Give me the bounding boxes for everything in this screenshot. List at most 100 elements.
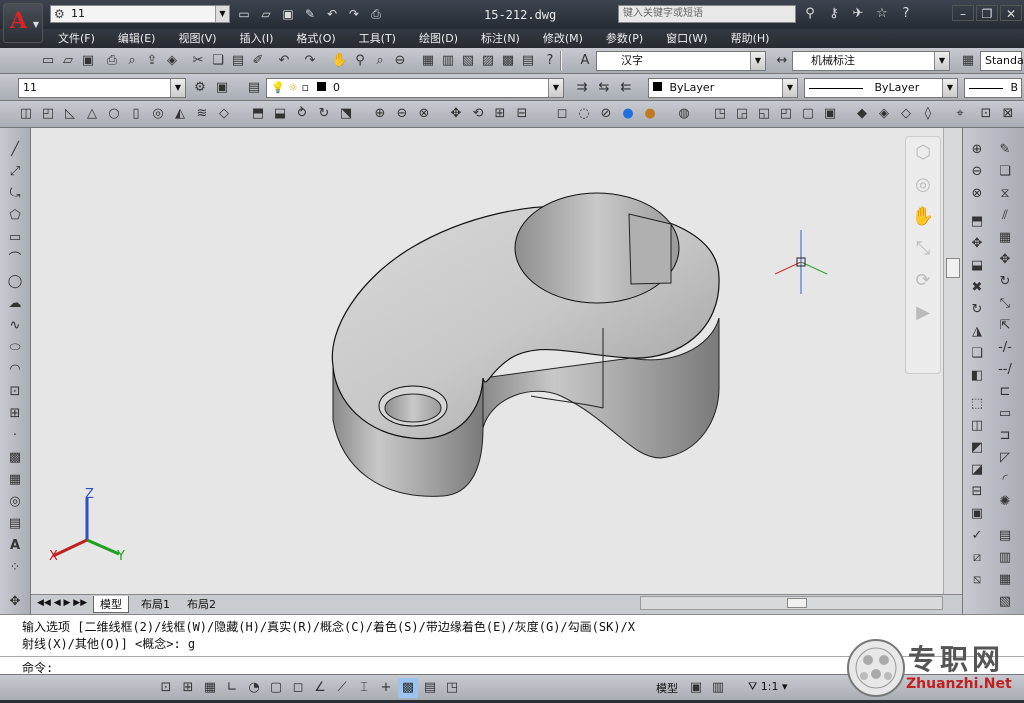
line-icon[interactable]: ╱ <box>5 140 25 160</box>
showmotion-icon[interactable]: ▶ <box>906 297 940 329</box>
walk-icon[interactable]: ⊡ <box>976 104 996 124</box>
offset-faces-icon[interactable]: ⬓ <box>967 256 987 276</box>
ucs-icon[interactable]: ✥ <box>5 592 25 612</box>
linetype-combo[interactable]: ByLayer ▼ <box>804 78 958 98</box>
break-point-icon[interactable]: ⊏ <box>995 382 1015 402</box>
print-icon[interactable]: ⎙ <box>102 51 122 71</box>
helix-icon[interactable]: ≋ <box>192 104 212 124</box>
color-edges-icon[interactable]: ◫ <box>967 416 987 436</box>
pan-icon[interactable]: ✋ <box>906 201 940 233</box>
spline-icon[interactable]: ∿ <box>5 316 25 336</box>
revcloud-icon[interactable]: ☁ <box>5 294 25 314</box>
layer-prop-icon[interactable]: ▣ <box>212 78 232 98</box>
wedge-icon[interactable]: ◺ <box>60 104 80 124</box>
extrude-icon[interactable]: ⬒ <box>248 104 268 124</box>
satellite-icon[interactable]: ✈ <box>848 5 868 23</box>
selection-cycling-icon[interactable]: ◳ <box>442 678 462 698</box>
separate-icon[interactable]: ⊟ <box>967 482 987 502</box>
layer-manager-icon[interactable]: ▤ <box>244 78 264 98</box>
rectangle-icon[interactable]: ▭ <box>5 228 25 248</box>
new-icon[interactable]: ▭ <box>38 51 58 71</box>
redo-icon[interactable]: ↷ <box>300 51 320 71</box>
markup-icon[interactable]: ▩ <box>498 51 518 71</box>
menu-edit[interactable]: 编辑(E) <box>118 29 167 48</box>
sweep-icon[interactable]: ⥁ <box>292 104 312 124</box>
imprint-icon[interactable]: ◩ <box>967 438 987 458</box>
chevron-down-icon[interactable]: ▼ <box>215 6 229 22</box>
star-icon[interactable]: ☆ <box>872 5 892 23</box>
explode-icon[interactable]: ✺ <box>995 492 1015 512</box>
view-bottom-icon[interactable]: ◲ <box>732 104 752 124</box>
menu-window[interactable]: 窗口(W) <box>666 29 718 48</box>
close-icon[interactable]: ✕ <box>1000 5 1022 21</box>
point-icon[interactable]: · <box>5 426 25 446</box>
restore-icon[interactable]: ❐ <box>976 5 998 21</box>
3d-align-icon[interactable]: ⊞ <box>490 104 510 124</box>
3d-osnap-icon[interactable]: ◻ <box>288 678 308 698</box>
scroll-thumb[interactable] <box>787 598 807 608</box>
3dprint-icon[interactable]: ◈ <box>162 51 182 71</box>
trim-icon[interactable]: -/- <box>995 338 1015 358</box>
chamfer-icon[interactable]: ◸ <box>995 448 1015 468</box>
layout-3-icon[interactable]: ▦ <box>995 570 1015 590</box>
save-icon[interactable]: ▣ <box>78 51 98 71</box>
open-icon[interactable]: ▱ <box>58 51 78 71</box>
lineweight-combo[interactable]: B <box>964 78 1022 98</box>
visual-2d-icon[interactable]: ◻ <box>552 104 572 124</box>
viewcube-icon[interactable]: ⬡ <box>906 137 940 169</box>
view-right-icon[interactable]: ◰ <box>776 104 796 124</box>
ellipse-arc-icon[interactable]: ◠ <box>5 360 25 380</box>
undo-icon[interactable]: ↶ <box>274 51 294 71</box>
horizontal-scrollbar[interactable] <box>640 596 943 610</box>
annotation-scale[interactable]: ⛛ 1:1 ▾ <box>748 680 787 694</box>
object-snap-icon[interactable]: ▢ <box>266 678 286 698</box>
quick-props-icon[interactable]: ▤ <box>420 678 440 698</box>
save-icon[interactable]: ▣ <box>278 5 298 23</box>
menu-dimension[interactable]: 标注(N) <box>481 29 531 48</box>
check-icon[interactable]: ✓ <box>967 526 987 546</box>
layer-state-combo[interactable]: 11 ▼ <box>18 78 186 98</box>
clean-icon[interactable]: ◪ <box>967 460 987 480</box>
color-combo[interactable]: ByLayer ▼ <box>648 78 798 98</box>
view-ne-iso-icon[interactable]: ◇ <box>896 104 916 124</box>
steering-wheel-icon[interactable]: ◎ <box>906 169 940 201</box>
layout-2-icon[interactable]: ▥ <box>995 548 1015 568</box>
quick-view-layouts-icon[interactable]: ▣ <box>686 678 706 698</box>
tab-model[interactable]: 模型 <box>93 596 129 613</box>
presspull-icon[interactable]: ⬓ <box>270 104 290 124</box>
table-style-combo[interactable]: Standa <box>980 51 1024 71</box>
camera-icon[interactable]: ⌖ <box>950 104 970 124</box>
polyline-icon[interactable]: ⤿ <box>5 184 25 204</box>
design-center-icon[interactable]: ▥ <box>438 51 458 71</box>
view-top-icon[interactable]: ◳ <box>710 104 730 124</box>
tab-layout2[interactable]: 布局2 <box>181 596 222 613</box>
menu-parametric[interactable]: 参数(P) <box>606 29 654 48</box>
visual-manager-icon[interactable]: ◍ <box>674 104 694 124</box>
sheet-set-icon[interactable]: ▨ <box>478 51 498 71</box>
visual-conceptual-icon[interactable]: ● <box>640 104 660 124</box>
cylinder-icon[interactable]: ▯ <box>126 104 146 124</box>
chevron-down-icon[interactable]: ▼ <box>782 79 797 97</box>
dyn-icon[interactable]: ⌶ <box>354 678 374 698</box>
properties-icon[interactable]: ▦ <box>418 51 438 71</box>
taper-faces-icon[interactable]: ◮ <box>967 322 987 342</box>
cone-icon[interactable]: △ <box>82 104 102 124</box>
print-icon[interactable]: ⎙ <box>366 5 386 23</box>
infer-constraints-icon[interactable]: ⊡ <box>156 678 176 698</box>
make-current-icon[interactable]: ⇉ <box>572 78 592 98</box>
dim-style-combo[interactable]: 机械标注 ▼ <box>792 51 950 71</box>
view-se-iso-icon[interactable]: ◈ <box>874 104 894 124</box>
search-input[interactable]: 键入关键字或短语 <box>618 5 796 23</box>
fly-icon[interactable]: ⊠ <box>998 104 1018 124</box>
help-icon[interactable]: ? <box>896 5 916 23</box>
add-selected-icon[interactable]: ⁘ <box>5 558 25 578</box>
polar-tracking-icon[interactable]: ◔ <box>244 678 264 698</box>
otrack-icon[interactable]: ∠ <box>310 678 330 698</box>
layer-previous-icon[interactable]: ⇆ <box>594 78 614 98</box>
visual-realistic-icon[interactable]: ● <box>618 104 638 124</box>
tool-palette-icon[interactable]: ▧ <box>458 51 478 71</box>
orbit-icon[interactable]: ⟳ <box>906 265 940 297</box>
menu-file[interactable]: 文件(F) <box>58 29 106 48</box>
scroll-thumb[interactable] <box>946 258 960 278</box>
ray-icon[interactable]: ⤢ <box>5 162 25 182</box>
